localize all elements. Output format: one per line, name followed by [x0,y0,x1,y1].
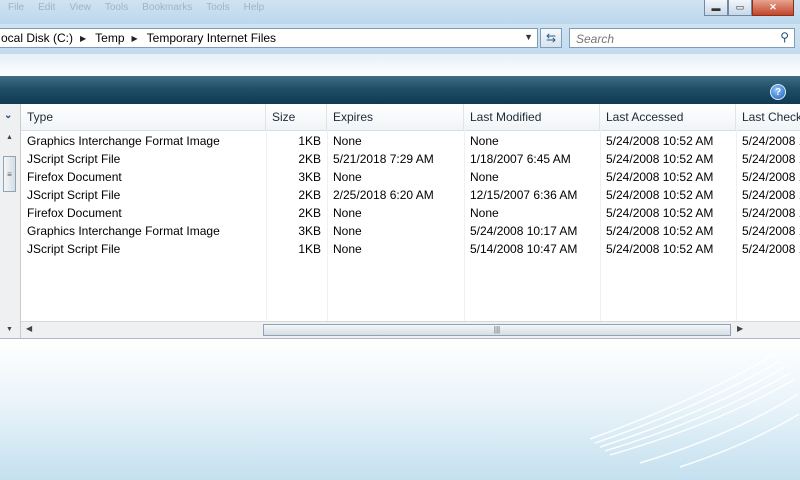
horizontal-scroll-thumb[interactable]: ||| [263,324,731,336]
cell-checked: 5/24/2008 1 [742,170,800,184]
scroll-up-icon[interactable]: ▲ [6,134,13,141]
menu-bar: File Edit View Tools Bookmarks Tools Hel… [8,2,278,13]
scroll-right-icon[interactable]: ▶ [737,324,743,333]
cell-modified: 5/24/2008 10:17 AM [470,224,578,238]
column-last-checked[interactable]: Last Checke [736,104,800,130]
cell-checked: 5/24/2008 1 [742,134,800,148]
cell-type: JScript Script File [27,188,121,202]
column-type[interactable]: Type [21,104,266,130]
cell-type: JScript Script File [27,152,121,166]
scroll-down-icon[interactable]: ▼ [6,326,13,333]
column-size[interactable]: Size [266,104,327,130]
cell-size: 2KB [298,188,321,202]
column-last-accessed[interactable]: Last Accessed [600,104,736,130]
cell-expires: None [333,170,362,184]
breadcrumb-separator-icon[interactable]: ▶ [80,34,86,43]
cell-accessed: 5/24/2008 10:52 AM [606,206,714,220]
cell-type: JScript Script File [27,242,121,256]
file-list: ⌄ ▲ ≡ ▼ Type Size Expires Last Modified … [0,104,800,339]
decorative-swoosh [589,353,800,468]
menu-edit[interactable]: Edit [38,2,55,13]
cell-accessed: 5/24/2008 10:52 AM [606,134,714,148]
cell-size: 3KB [298,170,321,184]
title-bar: File Edit View Tools Bookmarks Tools Hel… [0,0,800,24]
refresh-icon: ⇆ [545,31,557,45]
address-row: ocal Disk (C:) ▶ Temp ▶ Temporary Intern… [0,24,800,54]
cell-checked: 5/24/2008 1 [742,188,800,202]
table-row[interactable]: JScript Script File 2KB 2/25/2018 6:20 AM 1… [21,186,800,204]
cell-checked: 5/24/2008 1 [742,242,800,256]
chevron-down-icon[interactable]: ⌄ [4,110,12,121]
cell-type: Firefox Document [27,206,122,220]
refresh-button[interactable]: ⇆ [540,28,562,48]
close-button[interactable]: ✕ [752,0,794,16]
cell-modified: None [470,170,499,184]
menu-view[interactable]: View [69,2,91,13]
cell-expires: None [333,134,362,148]
cell-expires: None [333,224,362,238]
column-expires[interactable]: Expires [327,104,464,130]
cell-size: 1KB [298,134,321,148]
cell-size: 3KB [298,224,321,238]
table-row[interactable]: JScript Script File 1KB None 5/14/2008 10:4… [21,240,800,258]
menu-bookmarks[interactable]: Bookmarks [142,2,192,13]
cell-accessed: 5/24/2008 10:52 AM [606,170,714,184]
breadcrumb-temp[interactable]: Temp [93,31,124,45]
left-scrollbar[interactable]: ⌄ ▲ ≡ ▼ [0,104,21,338]
column-header: Type Size Expires Last Modified Last Acc… [21,104,800,131]
table-row[interactable]: Graphics Interchange Format Image 3KB None… [21,222,800,240]
toolbar-strip [0,54,800,76]
maximize-button[interactable]: ▭ [728,0,752,16]
cell-accessed: 5/24/2008 10:52 AM [606,224,714,238]
scroll-thumb[interactable]: ≡ [3,156,16,192]
horizontal-scrollbar[interactable]: ◀ ||| ▶ [21,321,800,338]
cell-expires: None [333,206,362,220]
cell-type: Firefox Document [27,170,122,184]
cell-expires: 2/25/2018 6:20 AM [333,188,434,202]
cell-checked: 5/24/2008 1 [742,224,800,238]
cell-accessed: 5/24/2008 10:52 AM [606,242,714,256]
table-row[interactable]: Firefox Document 2KB None None 5/24/2008 10:… [21,204,800,222]
cell-modified: None [470,134,499,148]
menu-file[interactable]: File [8,2,24,13]
cell-accessed: 5/24/2008 10:52 AM [606,152,714,166]
column-last-modified[interactable]: Last Modified [464,104,600,130]
table-row[interactable]: Graphics Interchange Format Image 1KB None… [21,132,800,150]
cell-size: 1KB [298,242,321,256]
breadcrumb-local-disk[interactable]: ocal Disk (C:) [0,31,73,45]
search-input[interactable] [574,30,768,48]
search-box[interactable]: ⚲ [569,28,795,48]
scroll-left-icon[interactable]: ◀ [26,324,32,333]
table-row[interactable]: Firefox Document 3KB None None 5/24/2008 10:… [21,168,800,186]
address-bar[interactable]: ocal Disk (C:) ▶ Temp ▶ Temporary Intern… [0,28,538,48]
command-bar: ? [0,76,800,104]
cell-modified: 12/15/2007 6:36 AM [470,188,578,202]
cell-accessed: 5/24/2008 10:52 AM [606,188,714,202]
cell-size: 2KB [298,206,321,220]
menu-tools[interactable]: Tools [206,2,229,13]
cell-size: 2KB [298,152,321,166]
cell-type: Graphics Interchange Format Image [27,134,220,148]
cell-expires: None [333,242,362,256]
breadcrumb-separator-icon[interactable]: ▶ [132,34,138,43]
table-row[interactable]: JScript Script File 2KB 5/21/2018 7:29 AM 1… [21,150,800,168]
cell-modified: 5/14/2008 10:47 AM [470,242,578,256]
breadcrumb-temporary-internet-files[interactable]: Temporary Internet Files [145,31,276,45]
window-controls: ▬ ▭ ✕ [704,0,794,16]
cell-modified: None [470,206,499,220]
details-pane [0,339,800,480]
help-button[interactable]: ? [770,84,786,100]
minimize-button[interactable]: ▬ [704,0,728,16]
cell-checked: 5/24/2008 1 [742,206,800,220]
menu-help[interactable]: Help [244,2,265,13]
cell-modified: 1/18/2007 6:45 AM [470,152,571,166]
address-dropdown-icon[interactable]: ▼ [524,32,533,42]
cell-type: Graphics Interchange Format Image [27,224,220,238]
cell-checked: 5/24/2008 1 [742,152,800,166]
cell-expires: 5/21/2018 7:29 AM [333,152,434,166]
menu-history[interactable]: Tools [105,2,128,13]
search-icon[interactable]: ⚲ [780,30,789,44]
